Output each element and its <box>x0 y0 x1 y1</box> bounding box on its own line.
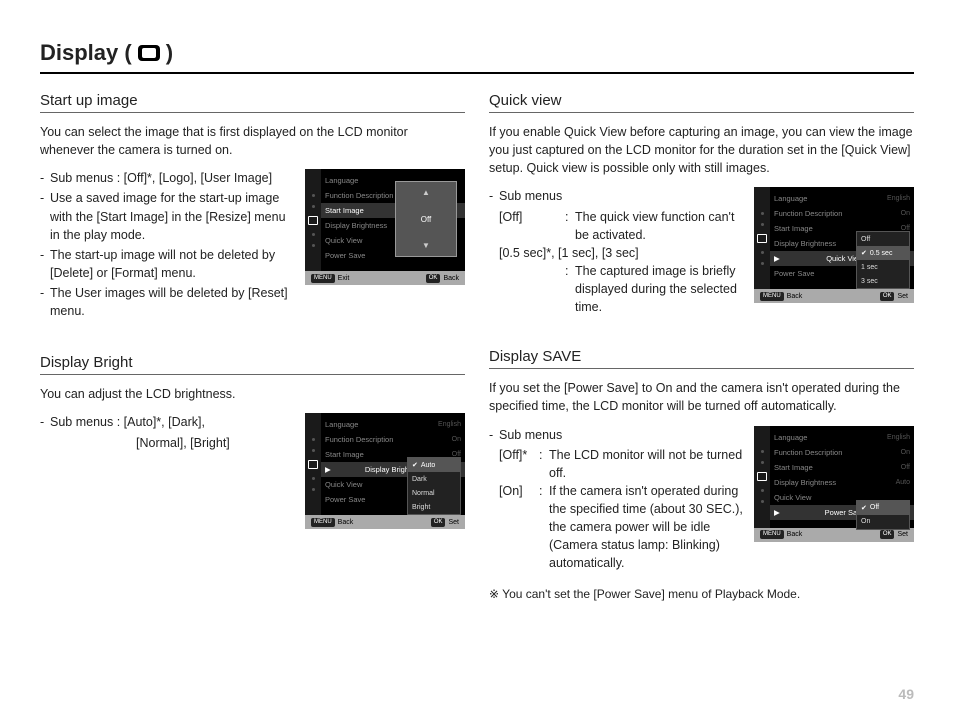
submenu-bright: ✔Auto Dark Normal Bright <box>407 457 461 515</box>
menu-key: MENU <box>311 274 335 283</box>
ok-key: OK <box>426 274 441 283</box>
submenu-bright: Bright <box>408 500 460 514</box>
save-bullets: -Sub menus [Off]* : The LCD monitor will… <box>489 426 746 573</box>
startup-intro: You can select the image that is first d… <box>40 123 465 159</box>
bright-bullets: -Sub menus : [Auto]*, [Dark], [Normal], … <box>40 413 297 451</box>
save-footnote: ※ You can't set the [Power Save] menu of… <box>489 587 914 601</box>
startup-bullets: -Sub menus : [Off]*, [Logo], [User Image… <box>40 169 297 322</box>
content-columns: Start up image You can select the image … <box>40 88 914 601</box>
startup-body: -Sub menus : [Off]*, [Logo], [User Image… <box>40 169 465 322</box>
screen-sidebar <box>305 169 321 271</box>
submenu-s-off: ✔Off <box>857 501 909 515</box>
title-prefix: Display ( <box>40 40 132 66</box>
save-off-label: [Off]* <box>499 446 539 482</box>
monitor-icon <box>308 216 318 225</box>
submenu-save: ✔Off On <box>856 500 910 530</box>
popup-off: ▲ Off ▼ <box>395 181 457 257</box>
quick-opts-label: [0.5 sec]*, [1 sec], [3 sec] <box>499 244 746 262</box>
right-column: Quick view If you enable Quick View befo… <box>489 88 914 601</box>
submenu-auto: ✔Auto <box>408 458 460 472</box>
submenu-quick: Off ✔0.5 sec 1 sec 3 sec <box>856 231 910 289</box>
save-intro: If you set the [Power Save] to On and th… <box>489 379 914 415</box>
quick-intro: If you enable Quick View before capturin… <box>489 123 914 177</box>
popup-value: Off <box>421 215 432 224</box>
save-off-desc: The LCD monitor will not be turned off. <box>549 446 746 482</box>
submenu-q-1: 1 sec <box>857 260 909 274</box>
save-on-desc: If the camera isn't operated during the … <box>549 482 746 573</box>
startup-b1: Sub menus : [Off]*, [Logo], [User Image] <box>50 169 272 187</box>
submenu-q-3: 3 sec <box>857 274 909 288</box>
arrow-down-icon: ▼ <box>422 241 430 250</box>
monitor-icon <box>757 472 767 481</box>
submenu-q-05: ✔0.5 sec <box>857 246 909 260</box>
section-title-save: Display SAVE <box>489 348 914 369</box>
startup-b2: Use a saved image for the start-up image… <box>50 189 297 243</box>
section-title-bright: Display Bright <box>40 354 465 375</box>
quick-off-desc: The quick view function can't be activat… <box>575 208 746 244</box>
startup-b3: The start-up image will not be deleted b… <box>50 246 297 282</box>
bright-body: -Sub menus : [Auto]*, [Dark], [Normal], … <box>40 413 465 529</box>
quick-sub-label: Sub menus <box>499 187 562 205</box>
title-suffix: ) <box>166 40 173 66</box>
footer-back: Back <box>443 275 459 282</box>
page-title: Display ( ) <box>40 40 914 74</box>
submenu-dark: Dark <box>408 472 460 486</box>
startup-b4: The User images will be deleted by [Rese… <box>50 284 297 320</box>
quick-off-label: [Off] <box>499 208 565 244</box>
section-title-quick: Quick view <box>489 92 914 113</box>
quick-bullets: -Sub menus [Off] : The quick view functi… <box>489 187 746 316</box>
section-title-startup: Start up image <box>40 92 465 113</box>
bright-intro: You can adjust the LCD brightness. <box>40 385 465 403</box>
submenu-q-off: Off <box>857 232 909 246</box>
monitor-icon <box>757 234 767 243</box>
save-sub-label: Sub menus <box>499 426 562 444</box>
submenu-normal: Normal <box>408 486 460 500</box>
screen-footer: MENUExit OKBack <box>305 271 465 285</box>
arrow-up-icon: ▲ <box>422 188 430 197</box>
save-body: -Sub menus [Off]* : The LCD monitor will… <box>489 426 914 573</box>
left-column: Start up image You can select the image … <box>40 88 465 601</box>
bright-b1: Sub menus : [Auto]*, [Dark], <box>50 413 205 431</box>
camera-screen-save: LanguageEnglish Function DescriptionOn S… <box>754 426 914 542</box>
quick-opts-desc: The captured image is briefly displayed … <box>575 262 746 316</box>
camera-screen-quick: LanguageEnglish Function DescriptionOn S… <box>754 187 914 303</box>
quick-body: -Sub menus [Off] : The quick view functi… <box>489 187 914 316</box>
footer-exit: Exit <box>338 275 350 282</box>
display-icon <box>137 44 161 62</box>
camera-screen-startup: Language Function Description Start Imag… <box>305 169 465 285</box>
camera-screen-bright: LanguageEnglish Function DescriptionOn S… <box>305 413 465 529</box>
monitor-icon <box>308 460 318 469</box>
check-icon: ✔ <box>861 249 867 257</box>
submenu-s-on: On <box>857 515 909 529</box>
menu-list: Language Function Description Start Imag… <box>321 169 465 271</box>
bright-b1-l2: [Normal], [Bright] <box>40 434 297 452</box>
save-on-label: [On] <box>499 482 539 573</box>
page-number: 49 <box>898 686 914 702</box>
check-icon: ✔ <box>861 504 867 512</box>
check-icon: ✔ <box>412 461 418 469</box>
